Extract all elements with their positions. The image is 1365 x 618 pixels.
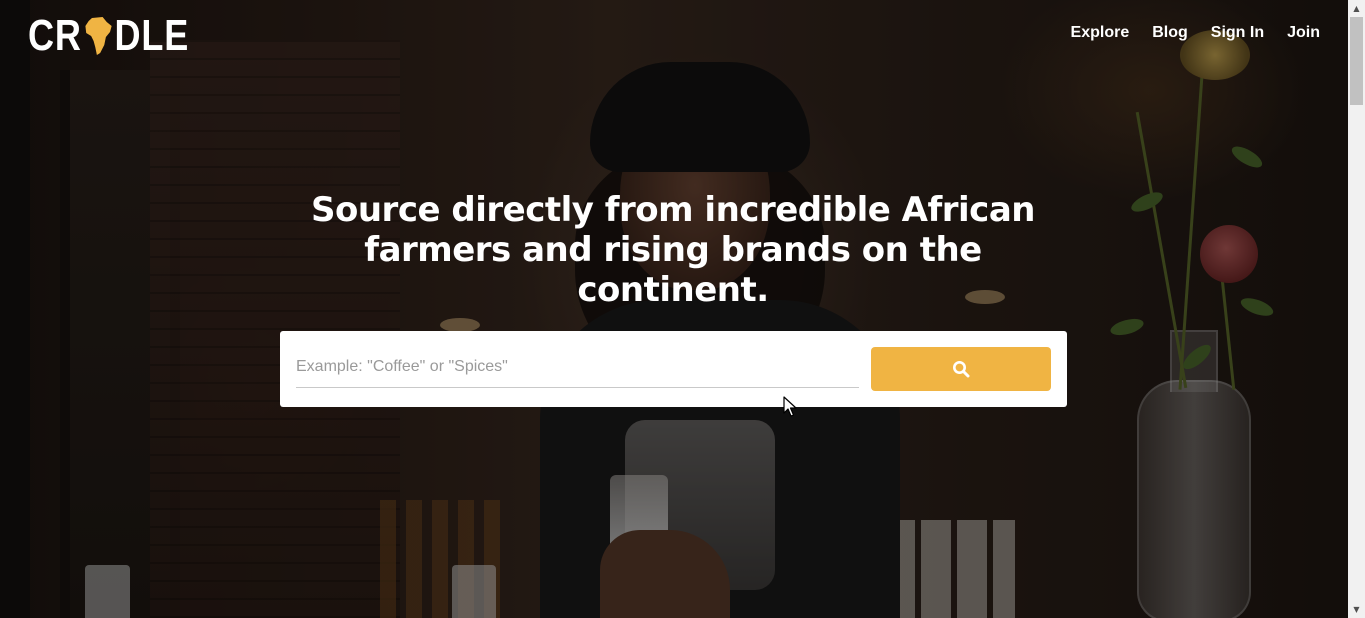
page-scrollbar[interactable]: ▲ ▼ xyxy=(1348,0,1365,618)
search-icon xyxy=(953,361,970,378)
mouse-cursor-icon xyxy=(783,396,797,417)
nav-link-join[interactable]: Join xyxy=(1287,24,1320,42)
nav-link-explore[interactable]: Explore xyxy=(1071,24,1130,42)
africa-map-icon xyxy=(85,17,112,55)
top-nav: Explore Blog Sign In Join xyxy=(1071,24,1320,42)
browser-viewport: CR DLE Explore Blog Sign In Join Source … xyxy=(0,0,1365,618)
scrollbar-thumb[interactable] xyxy=(1350,17,1363,105)
search-input[interactable] xyxy=(296,346,859,388)
brand-logo[interactable]: CR DLE xyxy=(28,11,190,60)
scroll-down-arrow-icon[interactable]: ▼ xyxy=(1348,601,1365,618)
nav-link-blog[interactable]: Blog xyxy=(1152,24,1188,42)
logo-text-left: CR xyxy=(28,11,82,60)
logo-text-right: DLE xyxy=(114,11,190,60)
scroll-up-arrow-icon[interactable]: ▲ xyxy=(1348,0,1365,17)
search-box xyxy=(280,331,1067,407)
search-button[interactable] xyxy=(871,347,1051,391)
hero-headline: Source directly from incredible African … xyxy=(311,190,1035,310)
nav-link-sign-in[interactable]: Sign In xyxy=(1211,24,1264,42)
